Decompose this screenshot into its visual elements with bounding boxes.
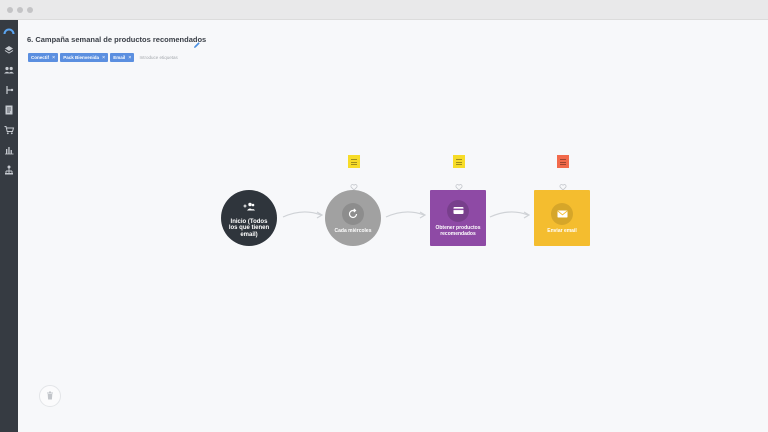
flow-node-label: Enviar email bbox=[547, 227, 577, 234]
document-icon[interactable] bbox=[3, 103, 15, 115]
layers-icon[interactable] bbox=[3, 43, 15, 55]
flow-icon[interactable] bbox=[3, 83, 15, 95]
flow-connectors bbox=[282, 211, 531, 219]
refresh-icon bbox=[342, 202, 364, 225]
flow-node-label: Obtener productos recomendados bbox=[435, 224, 481, 237]
flow-node-email[interactable]: Enviar email bbox=[534, 190, 590, 246]
cart-icon[interactable] bbox=[3, 123, 15, 135]
card-icon bbox=[447, 199, 469, 222]
flow-node-start[interactable]: Inicio (Todos los que tienen email) bbox=[221, 190, 277, 246]
window-maximize-button[interactable] bbox=[27, 7, 33, 13]
users-icon[interactable] bbox=[3, 63, 15, 75]
window-titlebar bbox=[0, 0, 768, 20]
flow-node-label: Cada miércoles bbox=[334, 227, 372, 234]
main-canvas: 6. Campaña semanal de productos recomend… bbox=[18, 20, 768, 432]
dashboard-logo-icon[interactable] bbox=[3, 25, 15, 37]
org-chart-icon[interactable] bbox=[3, 163, 15, 175]
bar-chart-icon[interactable] bbox=[3, 143, 15, 155]
trash-icon bbox=[46, 387, 54, 405]
flow-node-label: Inicio (Todos los que tienen email) bbox=[228, 218, 270, 238]
window-minimize-button[interactable] bbox=[17, 7, 23, 13]
sidebar bbox=[0, 20, 18, 432]
connector-arrow bbox=[282, 211, 322, 218]
mail-icon bbox=[551, 202, 573, 225]
flow-node-products[interactable]: Obtener productos recomendados bbox=[430, 190, 486, 246]
add-users-icon bbox=[243, 198, 255, 216]
flow-node-schedule[interactable]: Cada miércoles bbox=[325, 190, 381, 246]
delete-button[interactable] bbox=[39, 385, 61, 407]
window-close-button[interactable] bbox=[7, 7, 13, 13]
connector-arrow bbox=[489, 211, 529, 218]
connector-arrow bbox=[385, 211, 425, 218]
